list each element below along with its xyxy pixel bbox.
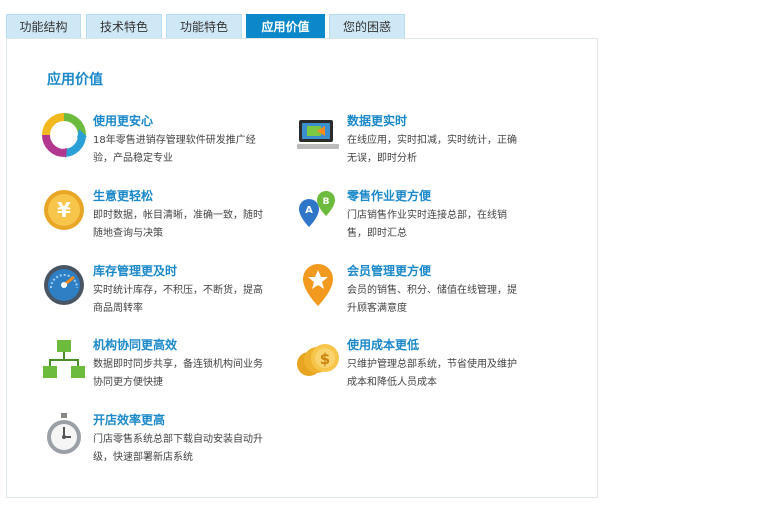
feature-description: 门店销售作业实时连接总部，在线销售，即时汇总	[347, 210, 507, 239]
feature-title: 数据更实时	[347, 114, 408, 128]
feature-item: $ 使用成本更低 只维护管理总部系统，节省使用及维护成本和降低人员成本	[295, 336, 525, 398]
svg-text:$: $	[320, 350, 330, 368]
cycle-arrows-icon	[41, 112, 87, 158]
feature-description: 数据即时同步共享，备连锁机构间业务协同更方便快捷	[93, 359, 263, 388]
svg-text:A: A	[305, 205, 313, 216]
feature-item: ¥ 生意更轻松 即时数据，帐目清晰，准确一致，随时随地查询与决策	[41, 187, 271, 249]
feature-title: 零售作业更方便	[347, 189, 432, 203]
tab-function-structure[interactable]: 功能结构	[6, 14, 81, 38]
tab-technical-features[interactable]: 技术特色	[86, 14, 162, 38]
tab-application-value[interactable]: 应用价值	[246, 14, 325, 38]
tab-your-questions[interactable]: 您的困惑	[329, 14, 405, 38]
tab-function-features[interactable]: 功能特色	[166, 14, 242, 38]
feature-title: 生意更轻松	[93, 189, 154, 203]
content-panel: 应用价值 使用更安心 18年零售进销存管理软件研发推广经验，产品稳定专业 数据更…	[6, 38, 598, 498]
feature-title: 使用成本更低	[347, 338, 420, 352]
coin-stack-icon: $	[295, 336, 341, 382]
feature-title: 机构协同更高效	[93, 338, 178, 352]
feature-item: 开店效率更高 门店零售系统总部下载自动安装自动升级，快速部署新店系统	[41, 411, 271, 473]
ab-map-pins-icon: A B	[295, 187, 341, 233]
feature-title: 库存管理更及时	[93, 264, 178, 278]
feature-description: 会员的销售、积分、储值在线管理，提升顾客满意度	[347, 285, 517, 314]
feature-item: 会员管理更方便 会员的销售、积分、储值在线管理，提升顾客满意度	[295, 262, 525, 324]
svg-text:¥: ¥	[57, 198, 71, 222]
feature-description: 在线应用，实时扣减，实时统计，正确无误，即时分析	[347, 135, 517, 164]
org-chart-icon	[41, 336, 87, 382]
stopwatch-icon	[41, 411, 87, 457]
yen-coin-icon: ¥	[41, 187, 87, 233]
feature-description: 门店零售系统总部下载自动安装自动升级，快速部署新店系统	[93, 434, 263, 463]
feature-item: 数据更实时 在线应用，实时扣减，实时统计，正确无误，即时分析	[295, 112, 525, 174]
feature-description: 只维护管理总部系统，节省使用及维护成本和降低人员成本	[347, 359, 517, 388]
computer-screen-icon	[295, 112, 341, 158]
feature-title: 开店效率更高	[93, 413, 166, 427]
feature-item: A B 零售作业更方便 门店销售作业实时连接总部，在线销售，即时汇总	[295, 187, 525, 249]
gauge-meter-icon	[41, 262, 87, 308]
star-map-pin-icon	[295, 262, 341, 308]
feature-description: 18年零售进销存管理软件研发推广经验，产品稳定专业	[93, 135, 256, 164]
feature-title: 会员管理更方便	[347, 264, 432, 278]
feature-item: 使用更安心 18年零售进销存管理软件研发推广经验，产品稳定专业	[41, 112, 271, 174]
feature-description: 即时数据，帐目清晰，准确一致，随时随地查询与决策	[93, 210, 263, 239]
section-title: 应用价值	[47, 72, 103, 88]
feature-item: 机构协同更高效 数据即时同步共享，备连锁机构间业务协同更方便快捷	[41, 336, 271, 398]
svg-text:B: B	[323, 197, 330, 207]
feature-description: 实时统计库存，不积压，不断货，提高商品周转率	[93, 285, 263, 314]
feature-title: 使用更安心	[93, 114, 154, 128]
feature-item: 库存管理更及时 实时统计库存，不积压，不断货，提高商品周转率	[41, 262, 271, 324]
